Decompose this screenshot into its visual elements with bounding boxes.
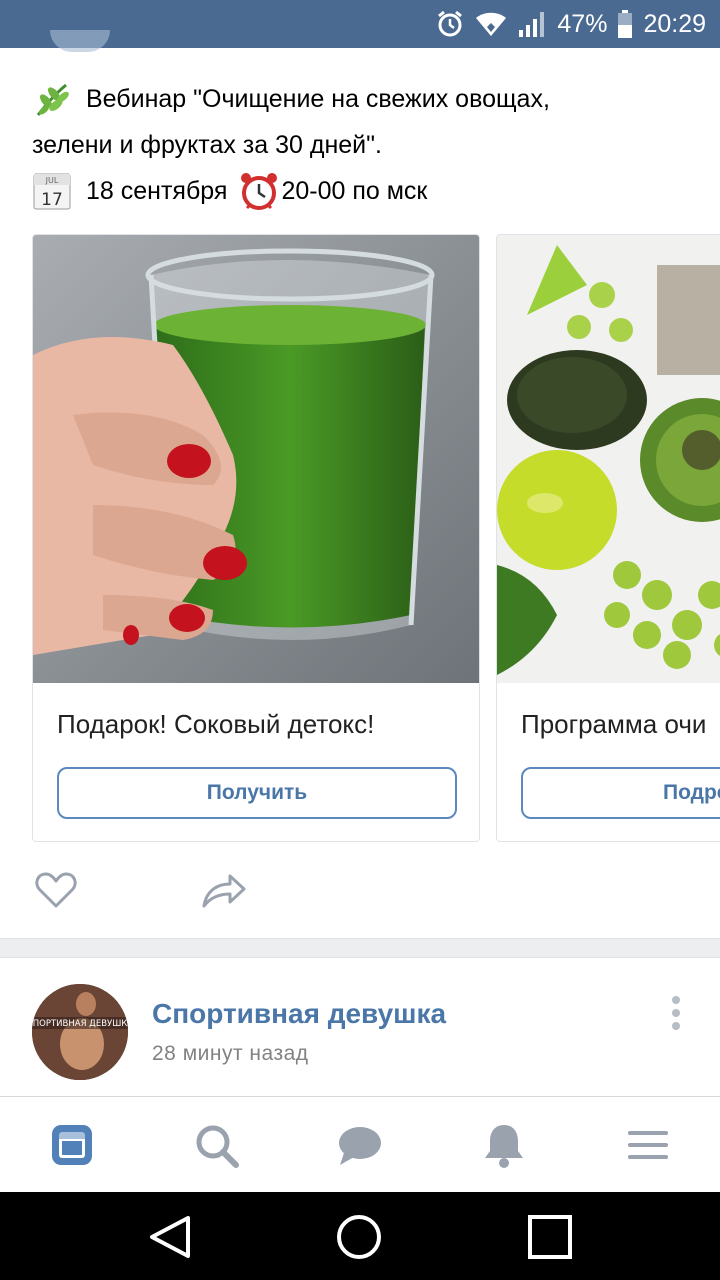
avatar[interactable]: СПОРТИВНАЯ ДЕВУШКА <box>32 984 128 1080</box>
post-line-1: Вебинар "Очищение на свежих овощах, <box>32 76 692 122</box>
post-time-text: 20-00 по мск <box>281 177 428 205</box>
post-line-3: JUL 17 18 сентября 20-00 по мск <box>32 168 692 214</box>
get-button[interactable]: Получить <box>57 767 457 819</box>
card-title: Подарок! Соковый детокс! <box>57 709 375 739</box>
calendar-icon: JUL 17 <box>32 171 72 211</box>
calendar-month: JUL <box>45 176 59 185</box>
post-line-2-text: зелени и фруктах за 30 дней". <box>32 131 382 159</box>
post-text: Вебинар "Очищение на свежих овощах, зеле… <box>32 76 692 214</box>
status-bar: 47% 20:29 <box>0 0 720 48</box>
like-icon[interactable] <box>34 870 78 910</box>
menu-icon[interactable] <box>624 1121 672 1169</box>
post-timestamp: 28 минут назад <box>152 1042 309 1065</box>
card-image-green-foods <box>497 235 720 683</box>
herb-icon <box>32 79 72 119</box>
system-nav-bar <box>0 1192 720 1280</box>
alarm-clock-icon <box>239 171 279 211</box>
previous-avatar-edge <box>50 30 110 52</box>
avatar-text: СПОРТИВНАЯ ДЕВУШКА <box>32 1019 128 1029</box>
bottom-tab-bar <box>0 1096 720 1192</box>
clock: 20:29 <box>643 9 706 38</box>
news-icon[interactable] <box>48 1121 96 1169</box>
alarm-icon <box>435 9 465 39</box>
card-title: Программа очи <box>521 709 707 739</box>
calendar-day: 17 <box>41 190 63 210</box>
messages-icon[interactable] <box>336 1121 384 1169</box>
post-line-2: зелени и фруктах за 30 дней". <box>32 122 692 168</box>
battery-icon <box>617 10 633 38</box>
recents-icon[interactable] <box>525 1212 575 1262</box>
post-line-1-text: Вебинар "Очищение на свежих овощах, <box>86 85 550 113</box>
post-date: 18 сентября <box>86 177 228 205</box>
details-button[interactable]: Подро <box>521 767 720 819</box>
back-icon[interactable] <box>146 1212 196 1262</box>
share-icon[interactable] <box>200 870 248 910</box>
author-name[interactable]: Спортивная девушка <box>152 998 446 1030</box>
post-separator <box>0 938 720 958</box>
home-icon[interactable] <box>334 1212 384 1262</box>
wifi-icon <box>475 10 507 38</box>
battery-percent: 47% <box>557 9 608 38</box>
carousel-card-2[interactable]: Программа очи Подро <box>496 234 720 842</box>
notifications-icon[interactable] <box>480 1121 528 1169</box>
search-icon[interactable] <box>192 1121 240 1169</box>
carousel-card-1[interactable]: Подарок! Соковый детокс! Получить <box>32 234 480 842</box>
signal-icon <box>517 10 547 38</box>
more-options-icon[interactable] <box>664 994 688 1034</box>
card-image-green-juice <box>33 235 479 683</box>
